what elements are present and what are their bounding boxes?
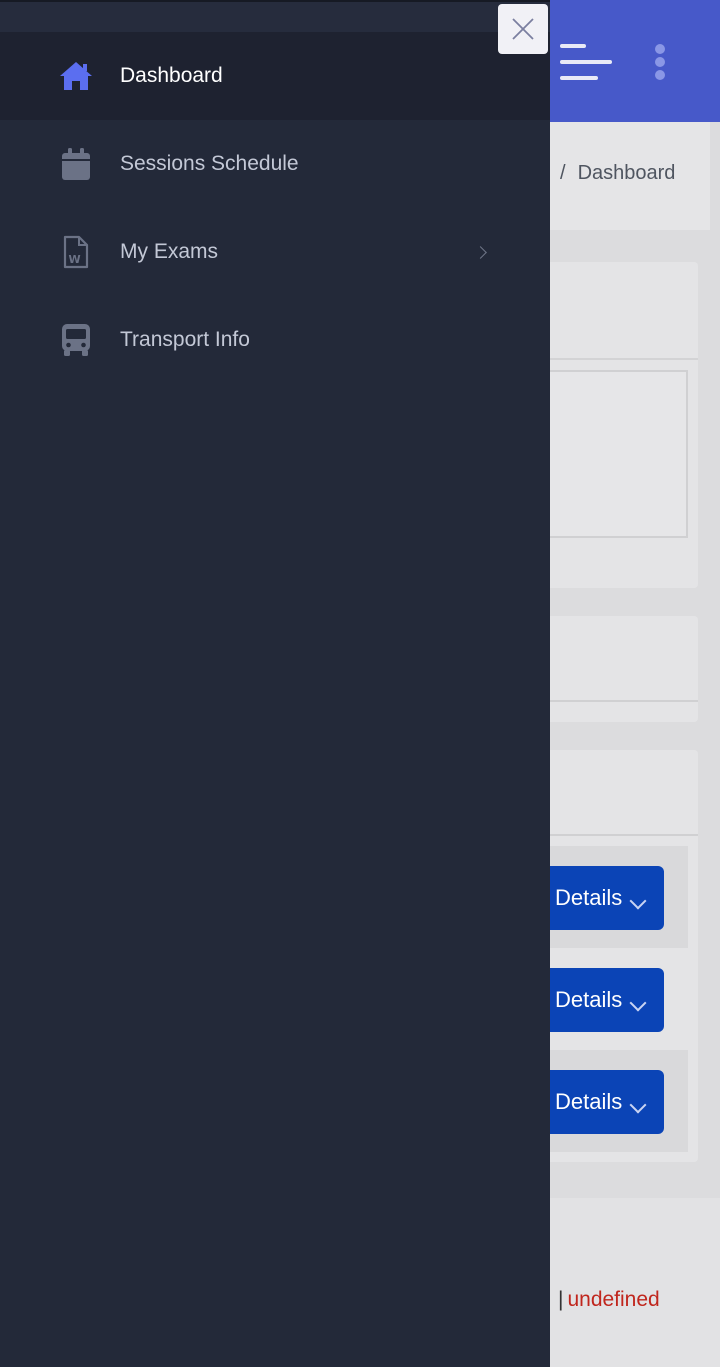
bus-icon <box>58 322 94 358</box>
breadcrumb: / Dashboard <box>560 162 675 185</box>
home-icon <box>58 58 94 94</box>
chevron-down-icon <box>629 892 647 910</box>
footer-separator: | <box>558 1288 564 1311</box>
sidebar-item-sessions-schedule[interactable]: Sessions Schedule <box>0 120 550 208</box>
close-icon <box>512 18 534 40</box>
details-button[interactable]: Details <box>530 1070 664 1134</box>
sidebar-item-label: My Exams <box>120 240 219 263</box>
close-sidebar-button[interactable] <box>498 4 548 54</box>
chevron-down-icon <box>629 994 647 1012</box>
sidebar-item-label: Transport Info <box>120 328 250 351</box>
footer-text: | undefined <box>558 1288 660 1312</box>
details-button[interactable]: Details <box>530 866 664 930</box>
details-button-label: Details <box>555 1089 623 1114</box>
breadcrumb-current: Dashboard <box>577 162 676 184</box>
breadcrumb-separator: / <box>560 162 566 184</box>
sidebar-item-transport-info[interactable]: Transport Info <box>0 296 550 384</box>
details-button[interactable]: Details <box>530 968 664 1032</box>
word-document-icon: W <box>58 234 94 270</box>
more-vertical-icon[interactable] <box>652 42 668 82</box>
hamburger-icon[interactable] <box>560 44 612 80</box>
sidebar-header <box>0 0 550 32</box>
details-button-label: Details <box>555 885 623 910</box>
sidebar: Dashboard Sessions Schedule W My Exams T… <box>0 0 550 1367</box>
calendar-icon <box>58 146 94 182</box>
footer-value: undefined <box>567 1288 660 1311</box>
svg-text:W: W <box>69 253 81 266</box>
chevron-down-icon <box>629 1096 647 1114</box>
chevron-right-icon <box>474 245 487 259</box>
details-button-label: Details <box>555 987 623 1012</box>
sidebar-item-dashboard[interactable]: Dashboard <box>0 32 550 120</box>
sidebar-item-label: Dashboard <box>120 64 223 87</box>
sidebar-item-label: Sessions Schedule <box>120 152 299 175</box>
sidebar-item-my-exams[interactable]: W My Exams <box>0 208 550 296</box>
